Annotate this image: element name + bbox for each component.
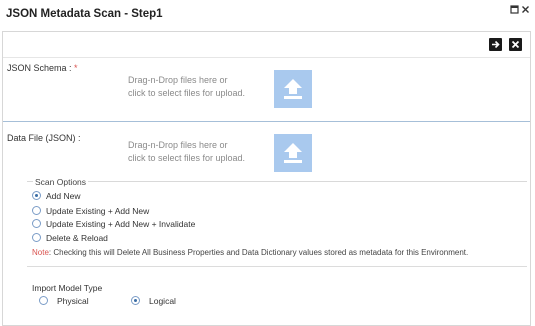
upload-icon: [284, 79, 302, 99]
datafile-dropzone-text[interactable]: Drag-n-Drop files here or click to selec…: [128, 139, 278, 165]
data-file-label: Data File (JSON) :: [7, 133, 81, 143]
radio-button[interactable]: [39, 296, 48, 305]
import-model-type-label: Import Model Type: [32, 283, 103, 293]
scan-option-delete-reload[interactable]: Delete & Reload: [32, 232, 108, 243]
json-schema-label: JSON Schema : *: [7, 63, 78, 73]
maximize-icon[interactable]: [510, 5, 519, 17]
scan-option-add-new[interactable]: Add New: [32, 190, 81, 201]
window-titlebar: JSON Metadata Scan - Step1: [0, 0, 535, 30]
required-marker: *: [74, 63, 78, 73]
schema-dropzone-text[interactable]: Drag-n-Drop files here or click to selec…: [128, 74, 278, 100]
section-divider: [3, 121, 530, 122]
radio-button[interactable]: [32, 206, 41, 215]
scan-form-panel: JSON Schema : * Drag-n-Drop files here o…: [2, 31, 531, 326]
scan-option-update-add[interactable]: Update Existing + Add New: [32, 205, 149, 216]
window-title: JSON Metadata Scan - Step1: [6, 8, 163, 20]
close-x-icon[interactable]: [509, 38, 522, 51]
section-divider: [27, 266, 527, 267]
import-model-logical[interactable]: Logical: [131, 295, 176, 306]
scan-options-legend: Scan Options: [33, 177, 89, 187]
radio-button[interactable]: [32, 191, 41, 200]
radio-button[interactable]: [32, 233, 41, 242]
datafile-upload-button[interactable]: [274, 134, 312, 172]
toolbar-divider: [3, 57, 530, 58]
scan-option-update-add-invalidate[interactable]: Update Existing + Add New + Invalidate: [32, 218, 195, 229]
radio-button[interactable]: [32, 219, 41, 228]
close-icon[interactable]: [521, 5, 530, 17]
schema-upload-button[interactable]: [274, 70, 312, 108]
import-model-physical[interactable]: Physical: [39, 295, 89, 306]
radio-button[interactable]: [131, 296, 140, 305]
scan-options-note: Note: Checking this will Delete All Busi…: [32, 248, 469, 257]
arrow-right-icon[interactable]: [489, 38, 502, 51]
upload-icon: [284, 143, 302, 163]
